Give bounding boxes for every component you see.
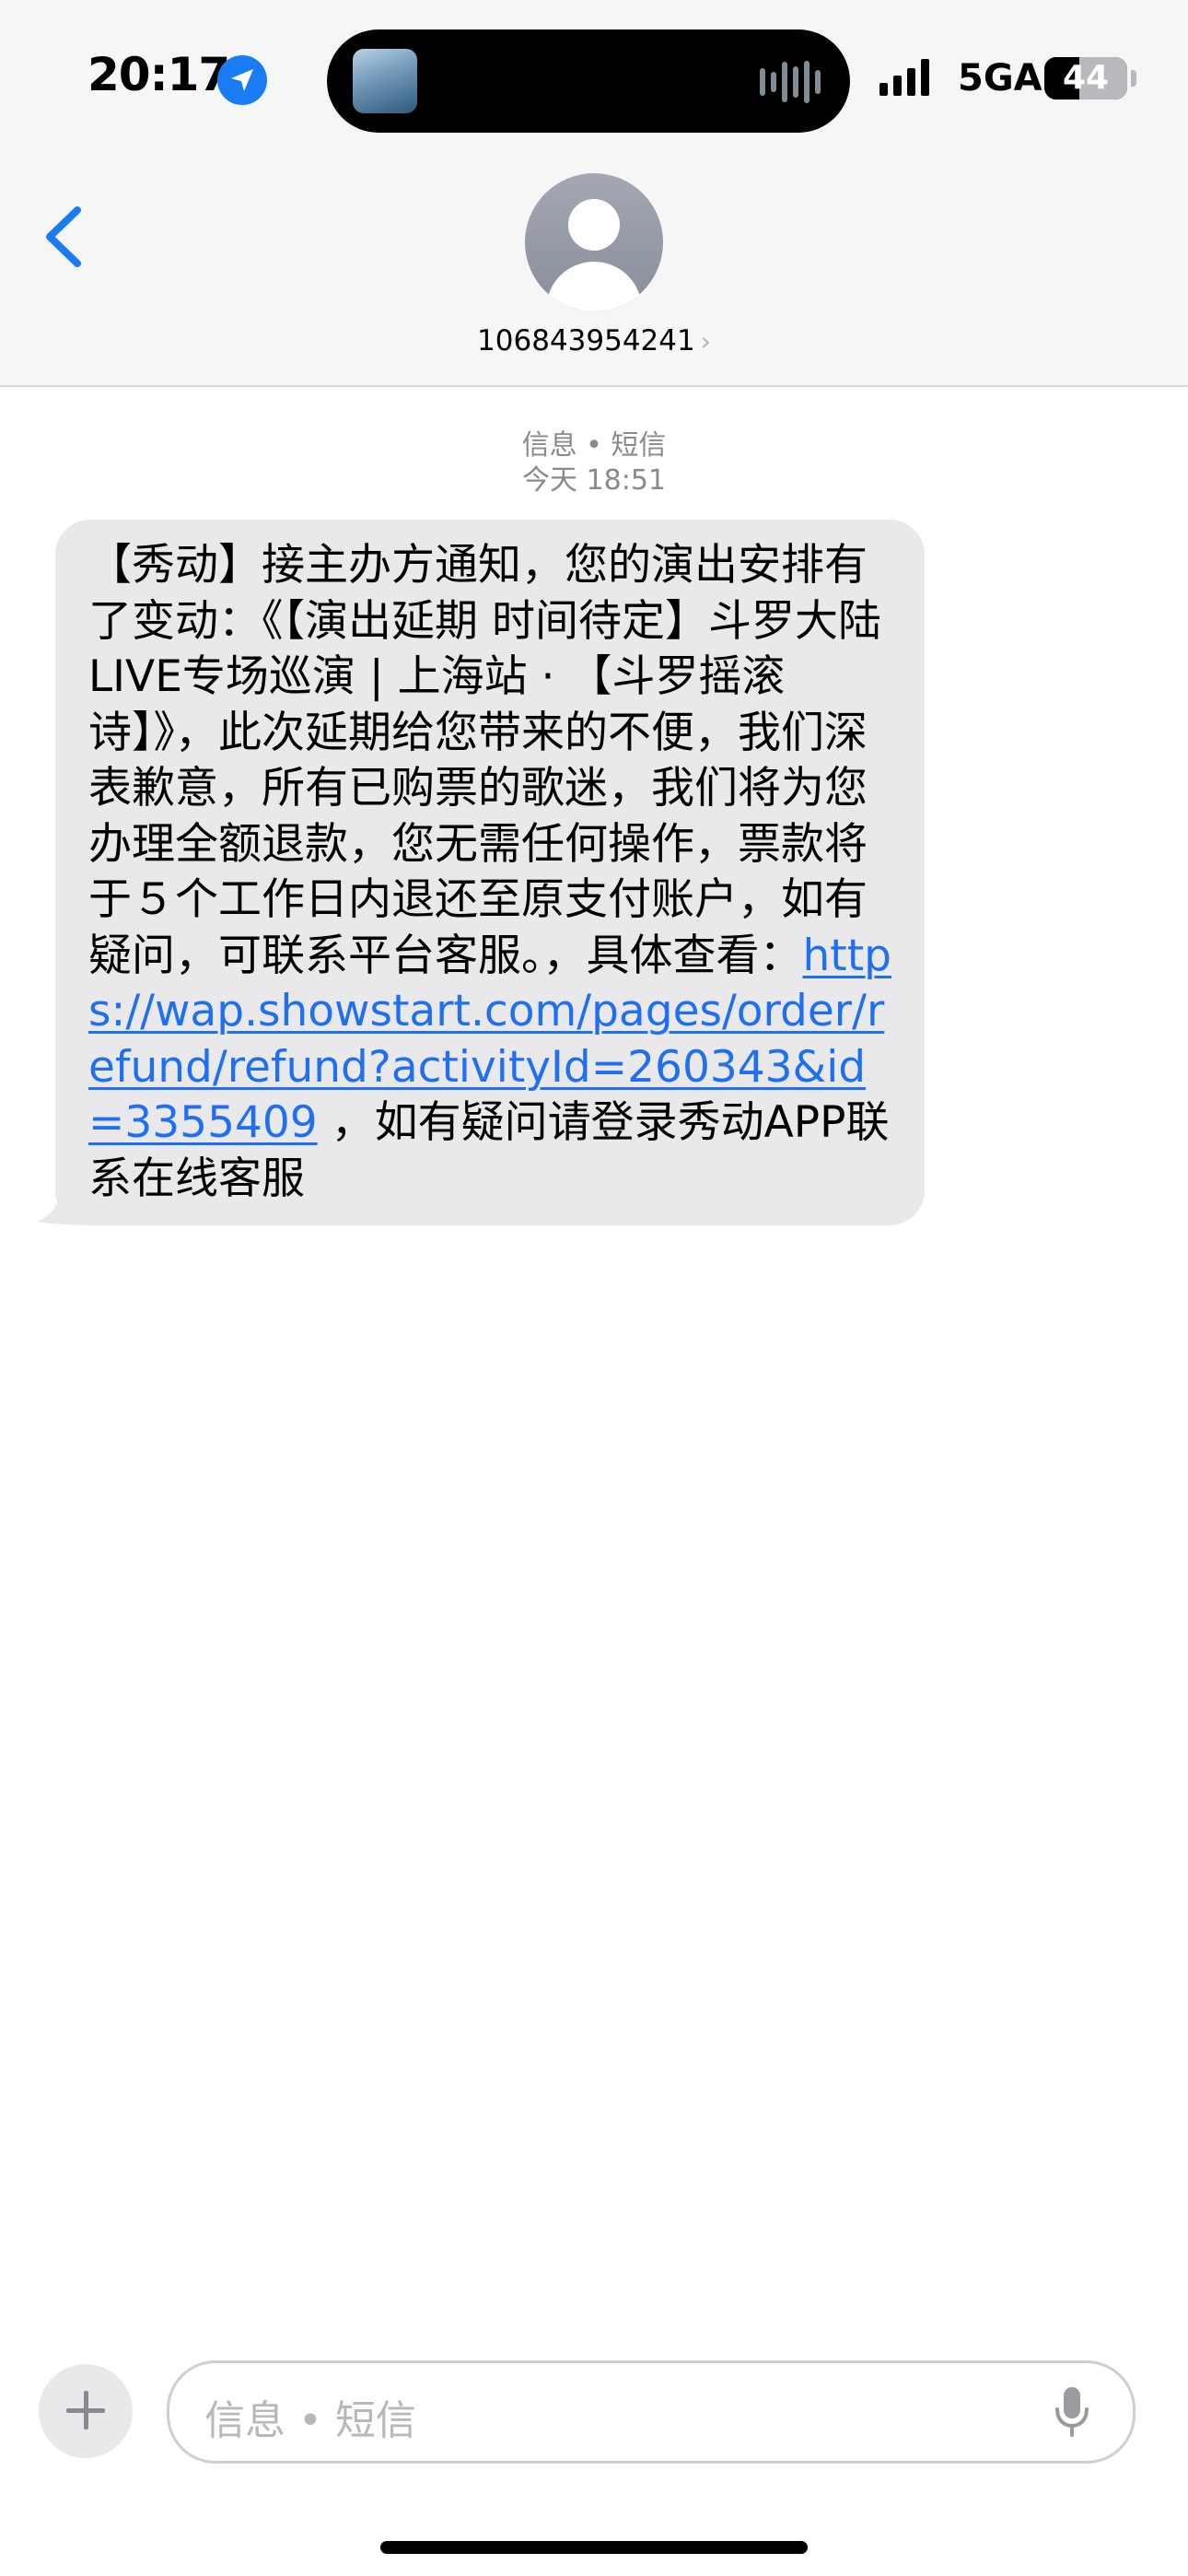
add-attachment-button[interactable] (39, 2364, 133, 2458)
message-input[interactable]: 信息 • 短信 (167, 2360, 1136, 2464)
plus-icon-vertical (84, 2391, 88, 2430)
home-indicator[interactable] (380, 2541, 808, 2554)
contact-name-button[interactable]: 106843954241 › (0, 324, 1188, 357)
signal-strength-icon (879, 59, 935, 96)
microphone-icon[interactable] (1054, 2385, 1090, 2439)
conversation-header: 20:17 5GA 44 106843954241 › (0, 0, 1188, 387)
status-time: 20:17 (87, 48, 230, 101)
message-text: 【秀动】接主办方通知，您的演出安排有了变动：《【演出延期 时间待定】斗罗大陆LI… (88, 538, 899, 1207)
message-input-placeholder: 信息 • 短信 (204, 2397, 416, 2444)
battery-icon: 44 (1044, 57, 1127, 100)
message-bubble[interactable]: 【秀动】接主办方通知，您的演出安排有了变动：《【演出延期 时间待定】斗罗大陆LI… (55, 520, 925, 1225)
person-icon-body (546, 262, 642, 311)
back-button[interactable] (37, 205, 92, 269)
battery-percent: 44 (1062, 59, 1110, 97)
message-body: 【秀动】接主办方通知，您的演出安排有了变动：《【演出延期 时间待定】斗罗大陆LI… (88, 540, 881, 981)
contact-name: 106843954241 (477, 324, 695, 357)
dynamic-island[interactable] (327, 29, 850, 133)
battery-cap (1131, 70, 1136, 87)
location-arrow-icon (217, 55, 267, 105)
message-timestamp: 今天 18:51 (522, 464, 666, 497)
chevron-left-icon (46, 206, 81, 267)
audio-waveform-icon (760, 61, 826, 103)
person-icon (568, 199, 620, 251)
network-type: 5GA (958, 57, 1042, 100)
contact-avatar[interactable] (525, 173, 663, 311)
now-playing-artwork (353, 49, 417, 113)
chevron-right-icon: › (700, 326, 711, 357)
